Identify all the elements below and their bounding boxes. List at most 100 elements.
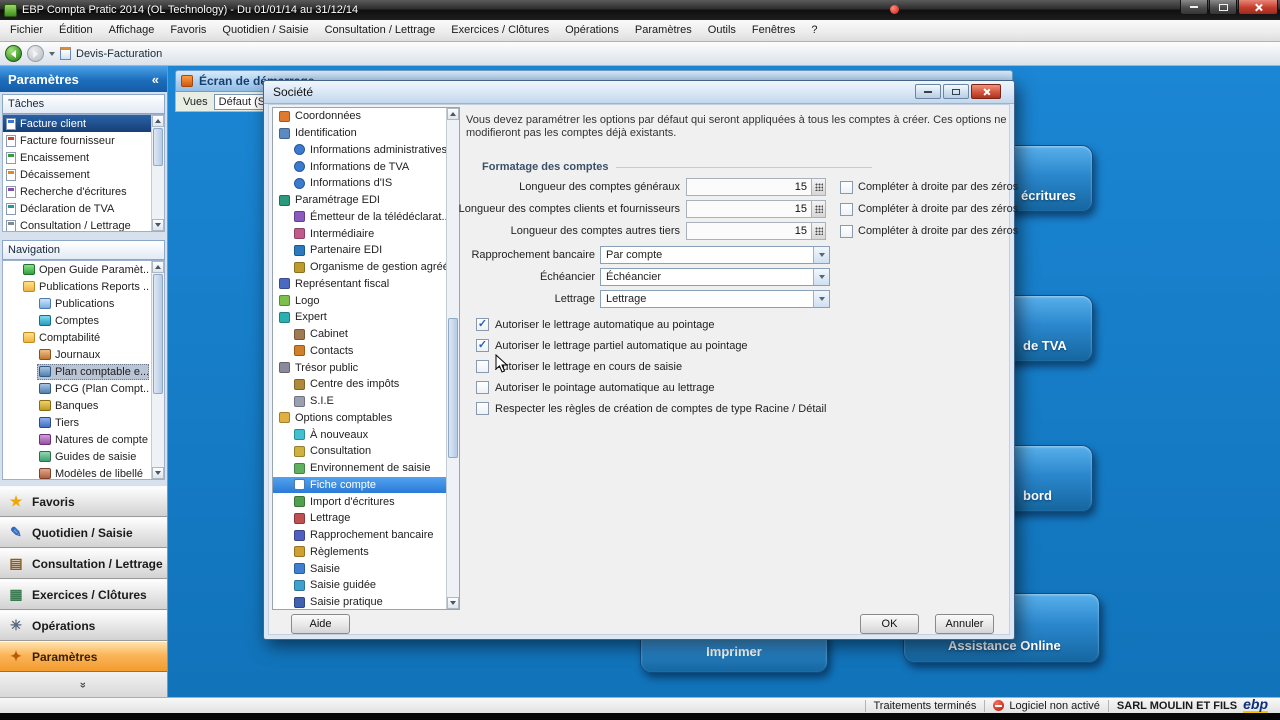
accordion-module-button[interactable]: Paramètres <box>0 641 167 672</box>
menu-item[interactable]: Outils <box>700 20 744 41</box>
dropdown-select[interactable]: Par compte <box>600 246 830 264</box>
settings-tree-item[interactable]: Émetteur de la télédéclarat... <box>273 209 459 226</box>
scroll-up-button[interactable] <box>152 261 164 273</box>
task-item[interactable]: Encaissement <box>3 149 164 166</box>
option-checkbox[interactable] <box>476 339 489 352</box>
settings-tree-item[interactable]: Rapprochement bancaire <box>273 527 459 544</box>
menu-item[interactable]: ? <box>803 20 825 41</box>
settings-tree-item[interactable]: Contacts <box>273 343 459 360</box>
settings-tree-item[interactable]: Paramétrage EDI <box>273 192 459 209</box>
dialog-tree-scrollbar[interactable] <box>446 108 459 609</box>
dialog-maximize-button[interactable] <box>943 84 969 99</box>
settings-tree-item[interactable]: Informations de TVA <box>273 158 459 175</box>
navigation-tree-item[interactable]: Comptabilité <box>3 329 164 346</box>
close-button[interactable] <box>1238 0 1278 15</box>
settings-tree-item[interactable]: À nouveaux <box>273 426 459 443</box>
settings-tree-item[interactable]: Expert <box>273 309 459 326</box>
counter-picker-button[interactable] <box>811 201 825 217</box>
task-item[interactable]: Facture fournisseur <box>3 132 164 149</box>
settings-tree-item[interactable]: Saisie pratique <box>273 594 459 609</box>
settings-tree-item[interactable]: Identification <box>273 125 459 142</box>
settings-tree-item[interactable]: Cabinet <box>273 326 459 343</box>
menu-item[interactable]: Édition <box>51 20 101 41</box>
navigation-tree-item[interactable]: Comptes <box>3 312 164 329</box>
settings-tree-item[interactable]: Informations d'IS <box>273 175 459 192</box>
length-input[interactable]: 15 <box>686 178 826 196</box>
scrollbar-thumb[interactable] <box>153 128 163 166</box>
pad-zeros-checkbox[interactable] <box>840 224 853 238</box>
settings-tree-item[interactable]: S.I.E <box>273 393 459 410</box>
task-item[interactable]: Déclaration de TVA <box>3 200 164 217</box>
option-checkbox[interactable] <box>476 402 489 415</box>
navigation-tree-item[interactable]: Publications Reports ... <box>3 278 164 295</box>
settings-tree-item[interactable]: Logo <box>273 292 459 309</box>
dropdown-button[interactable] <box>813 269 829 285</box>
settings-tree-item[interactable]: Import d'écritures <box>273 493 459 510</box>
menu-item[interactable]: Fenêtres <box>744 20 803 41</box>
history-dropdown-icon[interactable] <box>49 51 55 56</box>
navigation-tree-item[interactable]: Journaux <box>3 346 164 363</box>
settings-tree-item[interactable]: Informations administratives <box>273 142 459 159</box>
settings-tree-item[interactable]: Saisie <box>273 560 459 577</box>
settings-tree-item[interactable]: Trésor public <box>273 359 459 376</box>
settings-tree-item[interactable]: Consultation <box>273 443 459 460</box>
settings-tree-item[interactable]: Intermédiaire <box>273 225 459 242</box>
navigation-tree-item[interactable]: Guides de saisie <box>3 448 164 465</box>
menu-item[interactable]: Opérations <box>557 20 627 41</box>
navigation-tree-item[interactable]: Open Guide Paramèt... <box>3 261 164 278</box>
scroll-up-button[interactable] <box>152 115 164 127</box>
forward-button[interactable] <box>27 45 44 62</box>
menu-item[interactable]: Exercices / Clôtures <box>443 20 557 41</box>
maximize-button[interactable] <box>1209 0 1237 15</box>
settings-tree-item[interactable]: Centre des impôts <box>273 376 459 393</box>
menu-item[interactable]: Fichier <box>2 20 51 41</box>
navigation-scrollbar[interactable] <box>151 261 164 479</box>
accordion-module-button[interactable]: Favoris <box>0 486 167 517</box>
option-checkbox[interactable] <box>476 318 489 331</box>
navigation-tree-item[interactable]: Natures de compte <box>3 431 164 448</box>
navigation-tree-item[interactable]: Publications <box>3 295 164 312</box>
scrollbar-thumb[interactable] <box>448 318 458 458</box>
help-button[interactable]: Aide <box>291 614 350 634</box>
back-button[interactable] <box>5 45 22 62</box>
scroll-down-button[interactable] <box>152 219 164 231</box>
option-checkbox[interactable] <box>476 360 489 373</box>
cancel-button[interactable]: Annuler <box>935 614 994 634</box>
pad-zeros-checkbox[interactable] <box>840 202 853 216</box>
settings-tree-item[interactable]: Fiche compte <box>273 476 459 494</box>
menu-item[interactable]: Affichage <box>101 20 163 41</box>
settings-tree-item[interactable]: Coordonnées <box>273 108 459 125</box>
accordion-module-button[interactable]: Opérations <box>0 610 167 641</box>
task-item[interactable]: Consultation / Lettrage <box>3 217 164 231</box>
pad-zeros-checkbox[interactable] <box>840 180 853 194</box>
tasks-scrollbar[interactable] <box>151 115 164 231</box>
counter-picker-button[interactable] <box>811 179 825 195</box>
settings-tree-item[interactable]: Environnement de saisie <box>273 460 459 477</box>
accordion-overflow-button[interactable]: « <box>0 672 167 697</box>
dialog-minimize-button[interactable] <box>915 84 941 99</box>
settings-tree-item[interactable]: Règlements <box>273 544 459 561</box>
settings-tree-item[interactable]: Saisie guidée <box>273 577 459 594</box>
dropdown-button[interactable] <box>813 291 829 307</box>
length-input[interactable]: 15 <box>686 222 826 240</box>
scroll-down-button[interactable] <box>152 467 164 479</box>
menu-item[interactable]: Quotidien / Saisie <box>214 20 316 41</box>
menu-item[interactable]: Favoris <box>162 20 214 41</box>
task-item[interactable]: Facture client <box>3 115 164 132</box>
length-input[interactable]: 15 <box>686 200 826 218</box>
settings-tree-item[interactable]: Organisme de gestion agréé <box>273 259 459 276</box>
navigation-tree-item[interactable]: Tiers <box>3 414 164 431</box>
ok-button[interactable]: OK <box>860 614 919 634</box>
minimize-button[interactable] <box>1180 0 1208 15</box>
dialog-close-button[interactable] <box>971 84 1001 99</box>
scroll-up-button[interactable] <box>447 108 459 120</box>
scroll-down-button[interactable] <box>447 597 459 609</box>
dropdown-button[interactable] <box>813 247 829 263</box>
task-item[interactable]: Recherche d'écritures <box>3 183 164 200</box>
settings-tree-item[interactable]: Partenaire EDI <box>273 242 459 259</box>
scrollbar-thumb[interactable] <box>153 274 163 394</box>
task-item[interactable]: Décaissement <box>3 166 164 183</box>
menu-item[interactable]: Consultation / Lettrage <box>317 20 444 41</box>
sidebar-collapse-icon[interactable]: « <box>152 72 159 87</box>
settings-tree-item[interactable]: Options comptables <box>273 410 459 427</box>
